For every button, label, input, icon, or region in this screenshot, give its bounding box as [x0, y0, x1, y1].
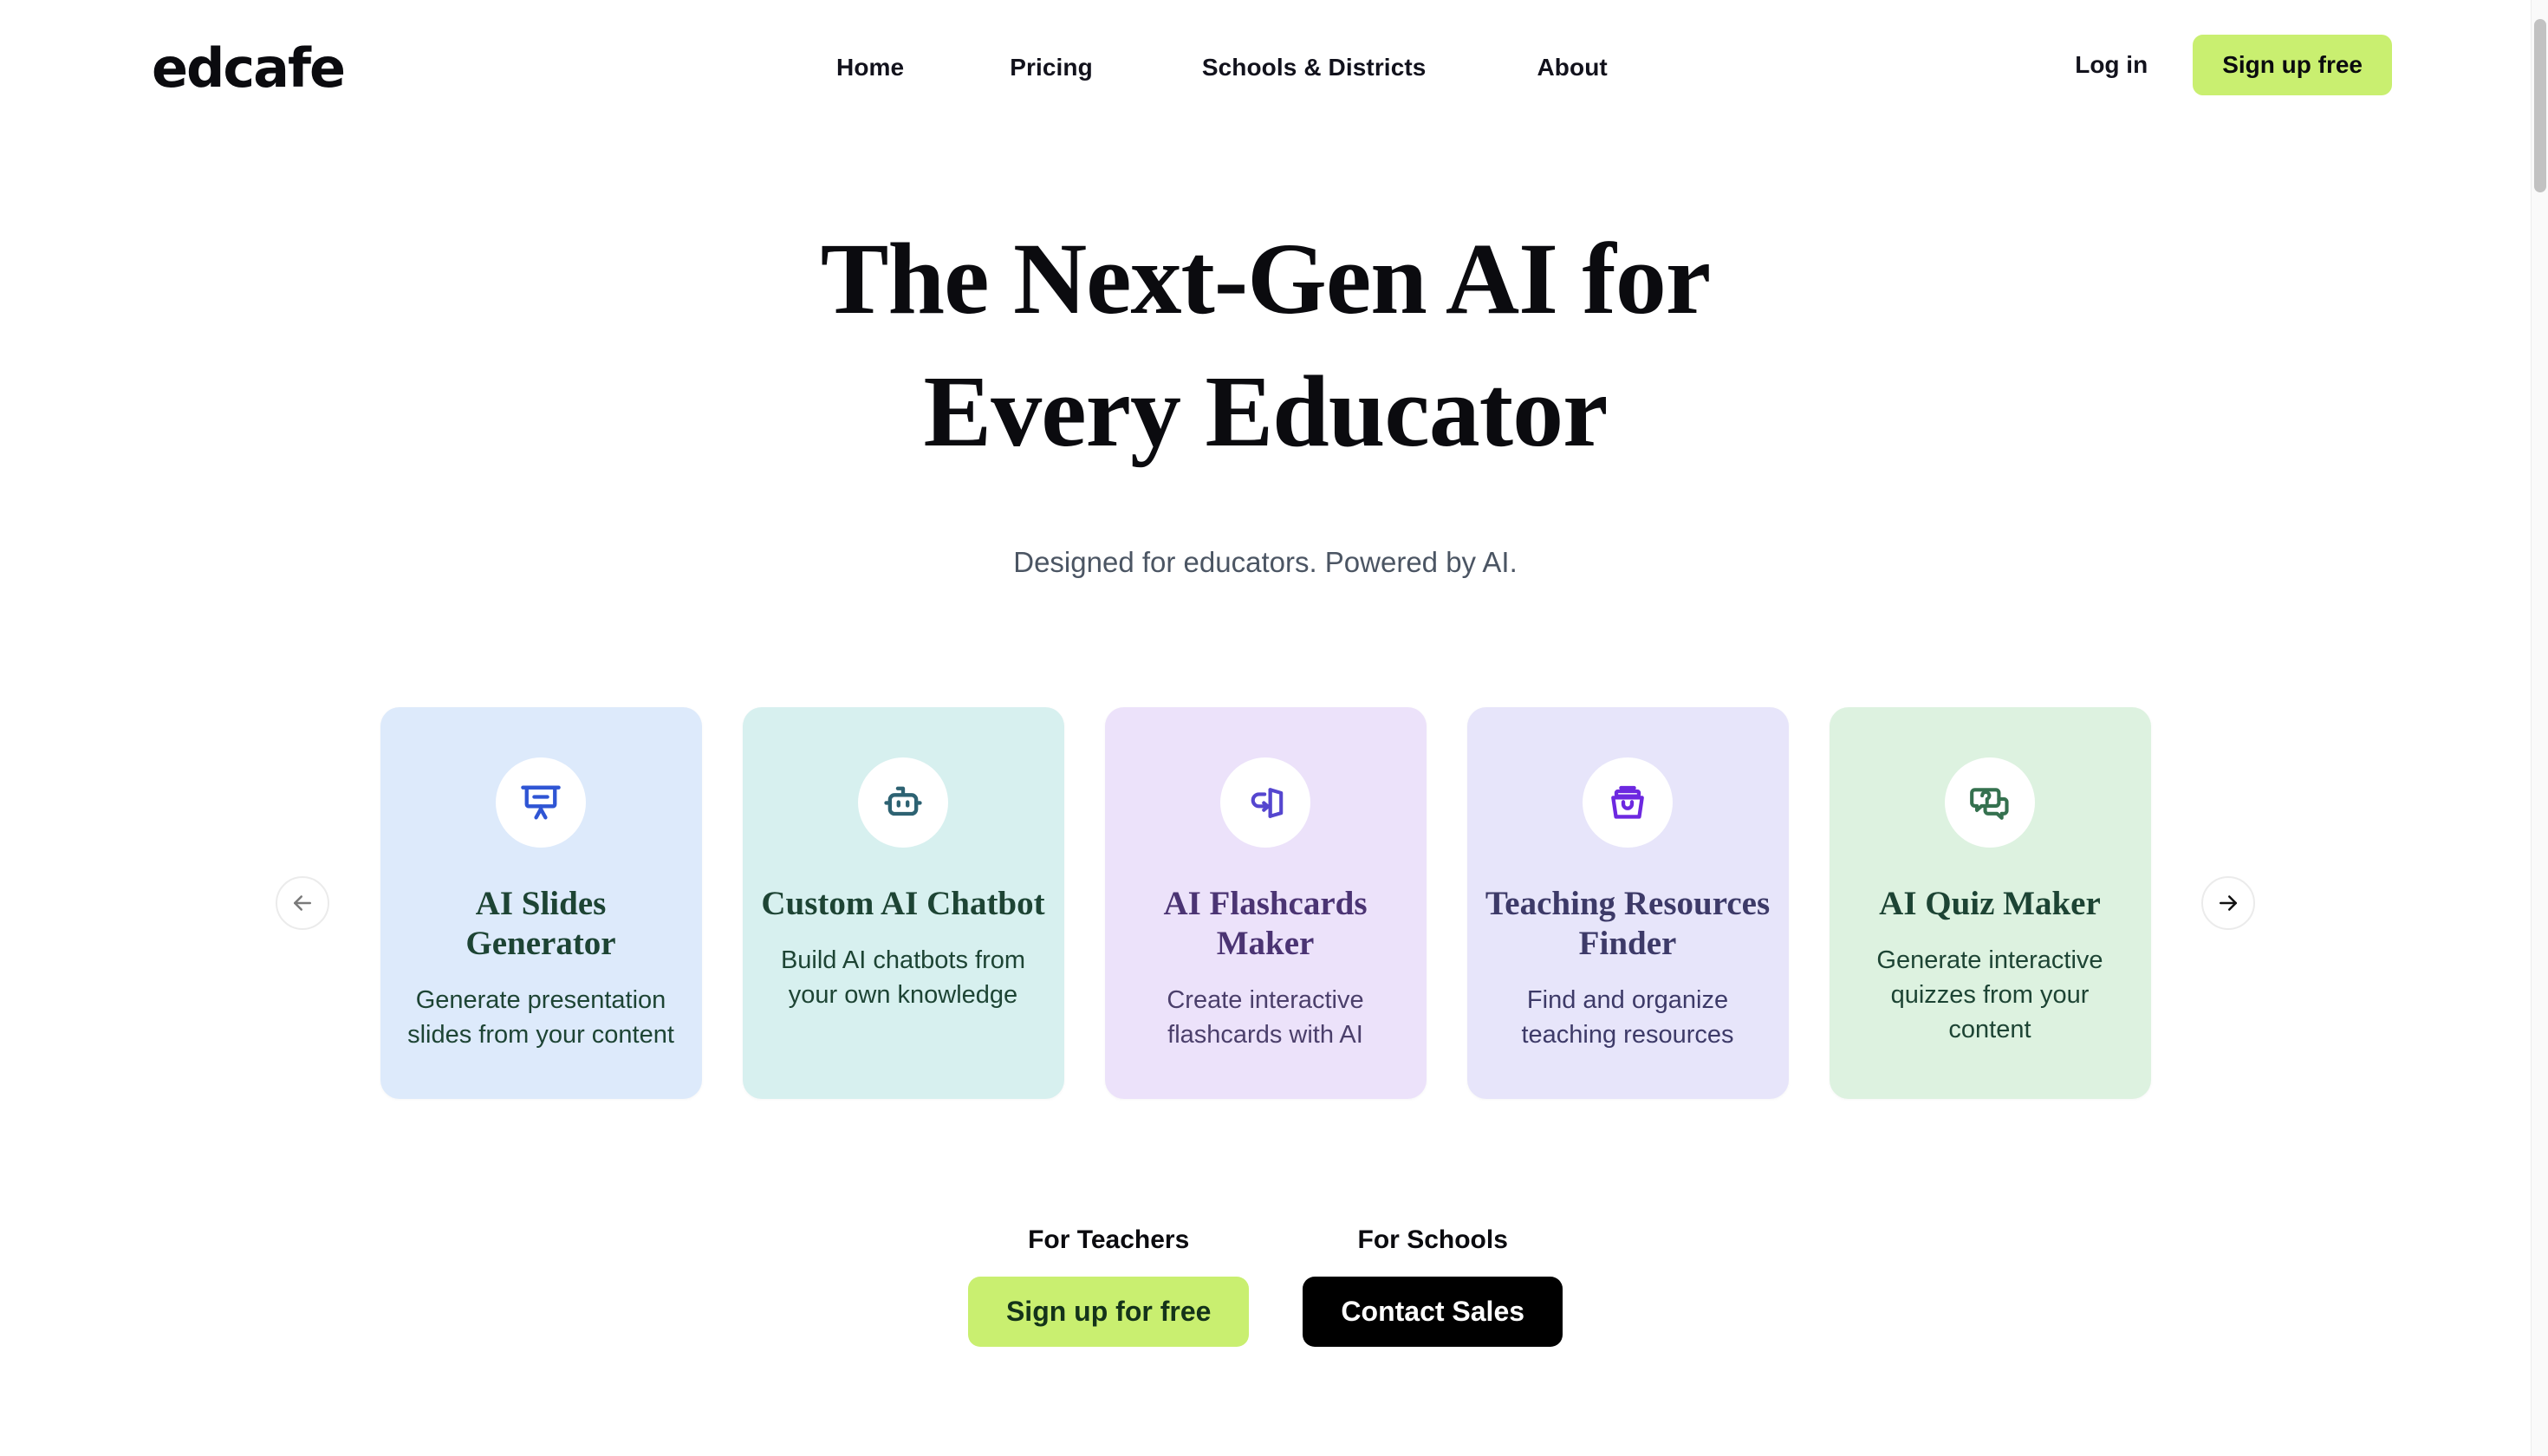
card-icon-container	[858, 757, 948, 848]
card-description: Find and organize teaching resources	[1521, 985, 1734, 1049]
flashcard-flip-icon	[1251, 787, 1284, 818]
carousel-next-button[interactable]	[2201, 875, 2255, 930]
signup-free-button[interactable]: Sign up free	[2193, 35, 2392, 95]
card-title: Teaching Resources Finder	[1485, 884, 1771, 962]
edcafe-logo[interactable]: edcafe	[152, 42, 346, 95]
carousel-prev-button[interactable]	[276, 875, 329, 930]
feature-card-ai-slides-generator[interactable]: AI Slides Generator Generate presentatio…	[380, 706, 702, 1099]
cta-schools-group: For Schools Contact Sales	[1303, 1225, 1563, 1347]
nav-item-schools-districts[interactable]: Schools & Districts	[1202, 54, 1427, 81]
card-description: Create interactive flashcards with AI	[1167, 985, 1364, 1049]
signup-for-free-button[interactable]: Sign up for free	[967, 1276, 1250, 1347]
cta-teachers-label: For Teachers	[1028, 1225, 1190, 1254]
card-description: Generate interactive quizzes from your c…	[1876, 946, 2103, 1043]
page-scrollbar-thumb[interactable]	[2534, 19, 2546, 192]
card-description: Build AI chatbots from your own knowledg…	[780, 946, 1026, 1009]
cta-schools-label: For Schools	[1357, 1225, 1508, 1254]
robot-icon	[884, 786, 922, 816]
login-link[interactable]: Log in	[2075, 51, 2148, 79]
hero-section: The Next-Gen AI for Every Educator Desig…	[0, 212, 2531, 579]
page-root: edcafe Home Pricing Schools & Districts …	[0, 0, 2531, 1456]
card-icon-container	[1945, 757, 2035, 848]
main-navigation: Home Pricing Schools & Districts About	[836, 54, 1608, 81]
card-description: Generate presentation slides from your c…	[407, 985, 674, 1049]
card-icon-container	[1583, 757, 1673, 848]
nav-item-pricing[interactable]: Pricing	[1010, 54, 1093, 81]
nav-item-home[interactable]: Home	[836, 54, 904, 81]
hero-title-line-1: The Next-Gen AI for	[820, 222, 1711, 335]
archive-box-icon	[1611, 785, 1644, 819]
card-title: Custom AI Chatbot	[761, 884, 1045, 922]
page-title: The Next-Gen AI for Every Educator	[0, 212, 2531, 478]
quiz-chat-bubbles-icon	[1970, 787, 2009, 820]
card-icon-container	[496, 757, 586, 848]
contact-sales-button[interactable]: Contact Sales	[1303, 1276, 1563, 1347]
presentation-board-icon	[521, 785, 561, 820]
page-scrollbar-track[interactable]	[2531, 0, 2548, 1456]
card-title: AI Slides Generator	[465, 884, 616, 962]
cta-teachers-group: For Teachers Sign up for free	[967, 1225, 1250, 1347]
feature-card-custom-ai-chatbot[interactable]: Custom AI Chatbot Build AI chatbots from…	[742, 706, 1064, 1099]
feature-card-ai-quiz-maker[interactable]: AI Quiz Maker Generate interactive quizz…	[1829, 706, 2151, 1099]
card-title: AI Quiz Maker	[1879, 884, 2101, 922]
feature-carousel: AI Slides Generator Generate presentatio…	[0, 706, 2531, 1115]
arrow-right-icon	[2220, 895, 2237, 911]
arrow-left-icon	[294, 895, 311, 911]
cta-section: For Teachers Sign up for free For School…	[0, 1225, 2531, 1347]
feature-card-ai-flashcards-maker[interactable]: AI Flashcards Maker Create interactive f…	[1104, 706, 1427, 1099]
feature-card-teaching-resources-finder[interactable]: Teaching Resources Finder Find and organ…	[1466, 706, 1789, 1099]
card-title: AI Flashcards Maker	[1163, 884, 1368, 962]
nav-item-about[interactable]: About	[1537, 54, 1607, 81]
header-actions: Log in Sign up free	[2075, 35, 2392, 95]
site-header: edcafe Home Pricing Schools & Districts …	[0, 0, 2531, 152]
hero-title-line-2: Every Educator	[923, 354, 1609, 469]
hero-subtitle: Designed for educators. Powered by AI.	[1013, 545, 1518, 578]
card-icon-container	[1220, 757, 1310, 848]
